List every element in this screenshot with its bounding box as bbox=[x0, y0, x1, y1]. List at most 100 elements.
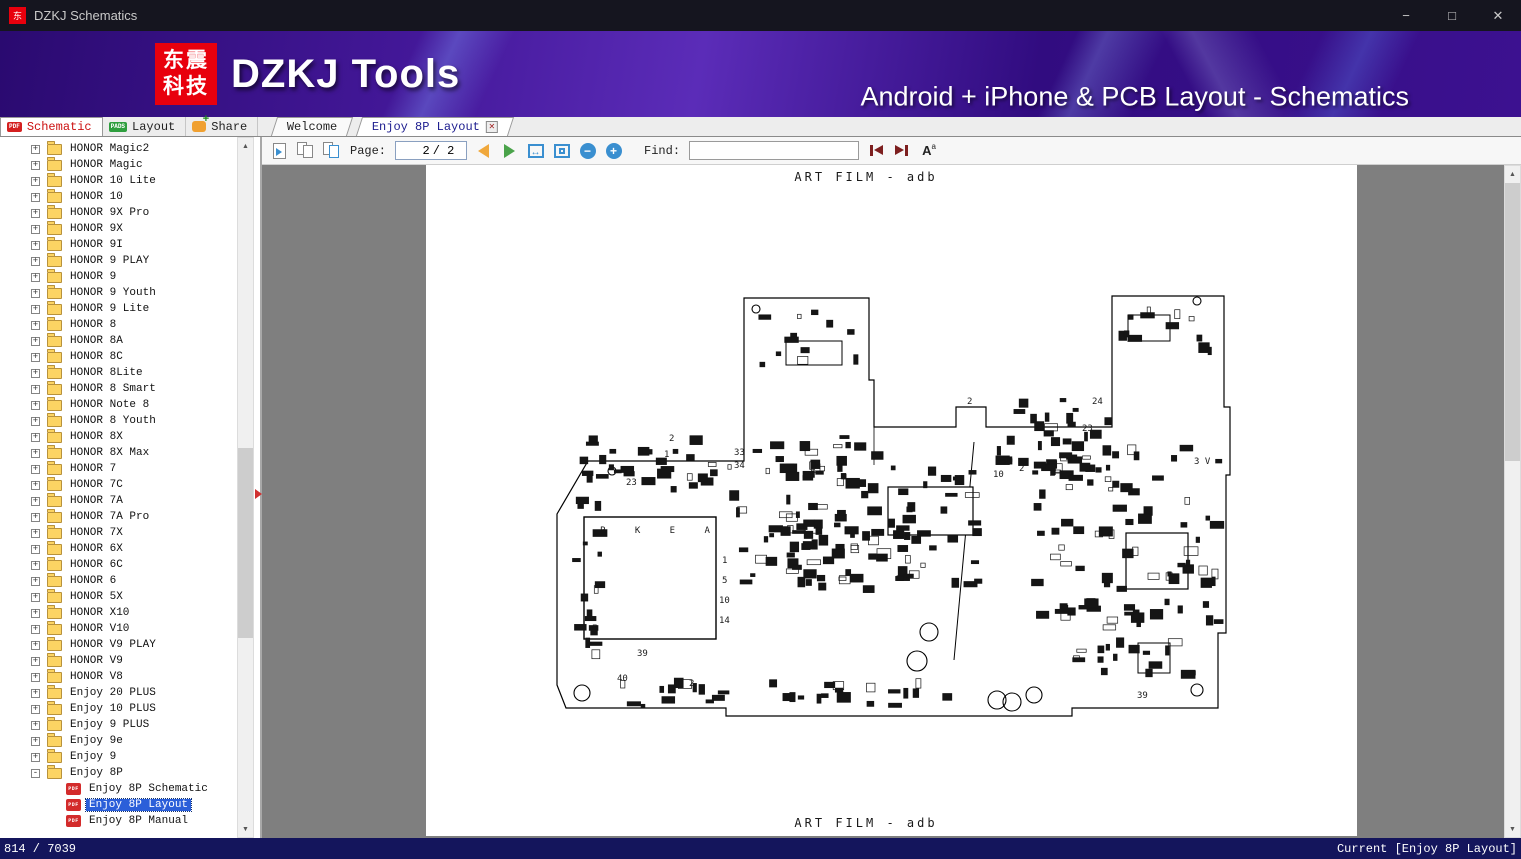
ribbon-tab-schematic[interactable]: Schematic bbox=[0, 117, 103, 136]
find-input[interactable] bbox=[689, 141, 860, 160]
viewer-scrollbar-thumb[interactable] bbox=[1505, 183, 1520, 461]
tree-item-enjoy-9e[interactable]: + Enjoy 9e bbox=[0, 732, 236, 749]
expand-toggle-icon[interactable]: + bbox=[31, 624, 40, 634]
fit-page-icon[interactable] bbox=[552, 141, 571, 161]
zoom-out-icon[interactable] bbox=[578, 141, 597, 161]
expand-toggle-icon[interactable]: + bbox=[31, 752, 40, 762]
tree-item-honor-6c[interactable]: + HONOR 6C bbox=[0, 556, 236, 573]
doc-tab-enjoy-8p-layout[interactable]: Enjoy 8P Layout bbox=[355, 117, 514, 136]
doc-tab-welcome[interactable]: Welcome bbox=[271, 117, 354, 136]
expand-toggle-icon[interactable]: + bbox=[31, 240, 40, 250]
text-size-icon[interactable] bbox=[918, 141, 940, 161]
next-page-icon[interactable] bbox=[500, 141, 519, 161]
find-previous-icon[interactable] bbox=[866, 141, 885, 161]
tree-item-honor-9-lite[interactable]: + HONOR 9 Lite bbox=[0, 300, 236, 317]
tree-item-honor-9x-pro[interactable]: + HONOR 9X Pro bbox=[0, 204, 236, 221]
expand-toggle-icon[interactable]: + bbox=[31, 208, 40, 218]
tree-item-honor-9-play[interactable]: + HONOR 9 PLAY bbox=[0, 252, 236, 269]
tree-item-enjoy-10-plus[interactable]: + Enjoy 10 PLUS bbox=[0, 700, 236, 717]
zoom-in-icon[interactable] bbox=[604, 141, 623, 161]
tree-scrollbar[interactable] bbox=[237, 137, 254, 838]
tree-item-enjoy-8p-schematic[interactable]: Enjoy 8P Schematic bbox=[0, 781, 236, 797]
tree-item-honor-7c[interactable]: + HONOR 7C bbox=[0, 476, 236, 493]
tree-item-honor-7a-pro[interactable]: + HONOR 7A Pro bbox=[0, 508, 236, 525]
tree-item-honor-10[interactable]: + HONOR 10 bbox=[0, 188, 236, 205]
ribbon-tab-share[interactable]: Share bbox=[186, 114, 259, 136]
page-number-input[interactable] bbox=[407, 143, 430, 158]
expand-toggle-icon[interactable]: + bbox=[31, 288, 40, 298]
expand-toggle-icon[interactable]: + bbox=[31, 384, 40, 394]
tree-item-honor-10-lite[interactable]: + HONOR 10 Lite bbox=[0, 172, 236, 189]
tree-item-enjoy-8p-manual[interactable]: Enjoy 8P Manual bbox=[0, 813, 236, 829]
expand-toggle-icon[interactable]: + bbox=[31, 608, 40, 618]
expand-toggle-icon[interactable]: + bbox=[31, 416, 40, 426]
expand-toggle-icon[interactable]: + bbox=[31, 576, 40, 586]
tree-item-enjoy-9-plus[interactable]: + Enjoy 9 PLUS bbox=[0, 716, 236, 733]
facing-pages-view-icon[interactable] bbox=[296, 141, 315, 161]
tree-item-honor-7x[interactable]: + HONOR 7X bbox=[0, 524, 236, 541]
scroll-down-icon[interactable] bbox=[1505, 821, 1520, 837]
book-view-icon[interactable] bbox=[322, 141, 341, 161]
scroll-up-icon[interactable] bbox=[238, 138, 253, 154]
expand-toggle-icon[interactable]: + bbox=[31, 320, 40, 330]
expand-toggle-icon[interactable]: + bbox=[31, 192, 40, 202]
minimize-button[interactable]: − bbox=[1383, 0, 1429, 31]
expand-toggle-icon[interactable]: + bbox=[31, 224, 40, 234]
close-button[interactable]: ✕ bbox=[1475, 0, 1521, 31]
tree-item-honor-x10[interactable]: + HONOR X10 bbox=[0, 604, 236, 621]
expand-toggle-icon[interactable]: + bbox=[31, 464, 40, 474]
expand-toggle-icon[interactable]: + bbox=[31, 448, 40, 458]
tree-item-honor-8c[interactable]: + HONOR 8C bbox=[0, 348, 236, 365]
tree-item-honor-8x-max[interactable]: + HONOR 8X Max bbox=[0, 444, 236, 461]
expand-toggle-icon[interactable]: + bbox=[31, 560, 40, 570]
expand-toggle-icon[interactable]: + bbox=[31, 336, 40, 346]
tree-item-honor-6x[interactable]: + HONOR 6X bbox=[0, 540, 236, 557]
expand-toggle-icon[interactable]: + bbox=[31, 160, 40, 170]
scroll-up-icon[interactable] bbox=[1505, 166, 1520, 182]
tree-item-honor-8a[interactable]: + HONOR 8A bbox=[0, 332, 236, 349]
expand-toggle-icon[interactable]: + bbox=[31, 688, 40, 698]
tree-item-honor-5x[interactable]: + HONOR 5X bbox=[0, 588, 236, 605]
tree-item-honor-8-smart[interactable]: + HONOR 8 Smart bbox=[0, 380, 236, 397]
expand-toggle-icon[interactable]: + bbox=[31, 656, 40, 666]
tree-item-honor-magic2[interactable]: + HONOR Magic2 bbox=[0, 140, 236, 157]
sidebar-collapse-arrow[interactable] bbox=[255, 489, 262, 499]
expand-toggle-icon[interactable]: + bbox=[31, 544, 40, 554]
tree-item-honor-9-youth[interactable]: + HONOR 9 Youth bbox=[0, 284, 236, 301]
expand-toggle-icon[interactable]: + bbox=[31, 640, 40, 650]
scroll-down-icon[interactable] bbox=[238, 821, 253, 837]
tree-item-honor-v9[interactable]: + HONOR V9 bbox=[0, 652, 236, 669]
tree-item-honor-7a[interactable]: + HONOR 7A bbox=[0, 492, 236, 509]
viewer-scrollbar[interactable] bbox=[1504, 165, 1521, 838]
expand-toggle-icon[interactable]: + bbox=[31, 272, 40, 282]
expand-toggle-icon[interactable]: + bbox=[31, 352, 40, 362]
tree-item-honor-v8[interactable]: + HONOR V8 bbox=[0, 668, 236, 685]
tree-scrollbar-thumb[interactable] bbox=[238, 448, 253, 638]
expand-toggle-icon[interactable]: + bbox=[31, 720, 40, 730]
tree-item-honor-9i[interactable]: + HONOR 9I bbox=[0, 236, 236, 253]
expand-toggle-icon[interactable]: + bbox=[31, 304, 40, 314]
expand-toggle-icon[interactable]: + bbox=[31, 704, 40, 714]
close-icon[interactable] bbox=[485, 121, 498, 133]
ribbon-tab-layout[interactable]: Layout bbox=[103, 117, 187, 136]
expand-toggle-icon[interactable]: + bbox=[31, 368, 40, 378]
tree-item-honor-9[interactable]: + HONOR 9 bbox=[0, 268, 236, 285]
find-next-icon[interactable] bbox=[892, 141, 911, 161]
tree-item-enjoy-9[interactable]: + Enjoy 9 bbox=[0, 748, 236, 765]
expand-toggle-icon[interactable]: + bbox=[31, 256, 40, 266]
tree-item-honor-v10[interactable]: + HONOR V10 bbox=[0, 620, 236, 637]
expand-toggle-icon[interactable]: + bbox=[31, 480, 40, 490]
fit-width-icon[interactable] bbox=[526, 141, 545, 161]
tree-item-honor-8[interactable]: + HONOR 8 bbox=[0, 316, 236, 333]
tree-item-honor-7[interactable]: + HONOR 7 bbox=[0, 460, 236, 477]
expand-toggle-icon[interactable]: + bbox=[31, 512, 40, 522]
tree-item-enjoy-8p[interactable]: - Enjoy 8P bbox=[0, 764, 236, 781]
single-page-view-icon[interactable] bbox=[270, 141, 289, 161]
tree-item-honor-v9-play[interactable]: + HONOR V9 PLAY bbox=[0, 636, 236, 653]
maximize-button[interactable]: □ bbox=[1429, 0, 1475, 31]
expand-toggle-icon[interactable]: - bbox=[31, 768, 40, 778]
expand-toggle-icon[interactable]: + bbox=[31, 144, 40, 154]
tree-item-enjoy-8p-layout[interactable]: Enjoy 8P Layout bbox=[0, 797, 236, 813]
tree-item-honor-6[interactable]: + HONOR 6 bbox=[0, 572, 236, 589]
expand-toggle-icon[interactable]: + bbox=[31, 736, 40, 746]
